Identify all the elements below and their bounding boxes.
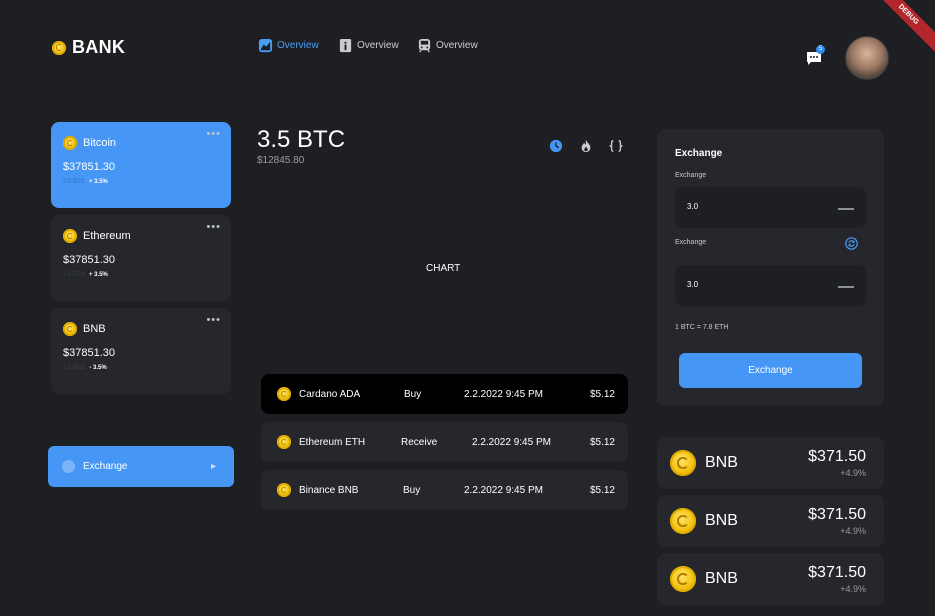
train-icon xyxy=(418,38,431,53)
exchange-from-input[interactable]: 3.0 xyxy=(675,187,866,228)
asset-card[interactable]: BNB $371.50 +4.9% xyxy=(657,437,884,489)
wallet-card-bitcoin[interactable]: Bitcoin ••• $37851.30 3.5 BTC + 3.5% xyxy=(51,122,231,208)
nav-overview-2[interactable]: Overview xyxy=(338,38,399,53)
coin-icon xyxy=(670,566,696,592)
wallet-amount: 3.5 ETH xyxy=(63,272,86,278)
wallet-title: BNB xyxy=(63,322,106,336)
fire-icon[interactable] xyxy=(579,139,593,153)
wallet-sub: 3.5 BNB - 3.5% xyxy=(63,365,107,371)
info-icon xyxy=(339,38,352,53)
asset-name: BNB xyxy=(705,512,738,529)
wallet-title: Bitcoin xyxy=(63,136,116,150)
wallet-sub: 3.5 ETH + 3.5% xyxy=(63,272,108,278)
more-icon[interactable]: ••• xyxy=(206,221,221,233)
tx-date: 2.2.2022 9:45 PM xyxy=(464,388,543,400)
nav-overview-3[interactable]: Overview xyxy=(417,38,478,53)
exchange-button[interactable]: Exchange xyxy=(679,353,862,388)
input-value: 3.0 xyxy=(687,280,699,289)
more-icon[interactable]: ••• xyxy=(206,314,221,326)
swap-icon[interactable] xyxy=(845,237,858,250)
brand: BANK xyxy=(52,37,125,58)
code-braces-icon[interactable] xyxy=(609,139,623,153)
transaction-row[interactable]: Binance BNB Buy 2.2.2022 9:45 PM $5.12 xyxy=(261,470,628,510)
sidebar-exchange-button[interactable]: Exchange ▸ xyxy=(48,446,234,487)
asset-name: BNB xyxy=(705,454,738,471)
chart-area-icon xyxy=(258,38,273,53)
tx-amount: $5.12 xyxy=(589,484,615,496)
tx-date: 2.2.2022 9:45 PM xyxy=(472,436,551,448)
wallet-card-bnb[interactable]: BNB ••• $37851.30 3.5 BNB - 3.5% xyxy=(51,308,231,394)
circle-icon xyxy=(62,460,75,473)
asset-change: +4.9% xyxy=(840,468,866,478)
asset-card[interactable]: BNB $371.50 +4.9% xyxy=(657,553,884,605)
asset-change: +4.9% xyxy=(840,526,866,536)
nav-label: Overview xyxy=(277,40,319,51)
wallet-price: $37851.30 xyxy=(63,161,115,173)
exchange-title: Exchange xyxy=(675,148,723,159)
wallet-price: $37851.30 xyxy=(63,347,115,359)
avatar[interactable] xyxy=(845,36,889,80)
coin-logo-icon xyxy=(52,40,66,55)
notification-badge: 5 xyxy=(816,45,825,54)
tx-name: Cardano ADA xyxy=(299,388,361,400)
wallet-title: Ethereum xyxy=(63,229,131,243)
exchange-to-label: Exchange xyxy=(675,239,707,246)
wallet-change: + 3.5% xyxy=(89,179,108,185)
sidebar-exchange-label: Exchange xyxy=(83,461,128,472)
asset-price: $371.50 xyxy=(808,564,866,581)
wallet-name: Bitcoin xyxy=(83,137,117,149)
transaction-row[interactable]: Cardano ADA Buy 2.2.2022 9:45 PM $5.12 xyxy=(261,374,628,414)
coin-icon xyxy=(277,483,291,497)
tx-date: 2.2.2022 9:45 PM xyxy=(464,484,543,496)
exchange-from-label: Exchange xyxy=(675,172,707,179)
coin-icon xyxy=(63,136,77,150)
wallet-sub: 3.5 BTC + 3.5% xyxy=(63,179,108,185)
brand-title: BANK xyxy=(72,37,126,57)
wallet-amount: 3.5 BTC xyxy=(63,179,86,185)
tx-type: Receive xyxy=(401,436,438,448)
transaction-row[interactable]: Ethereum ETH Receive 2.2.2022 9:45 PM $5… xyxy=(261,422,628,462)
wallet-amount: 3.5 BNB xyxy=(63,365,86,371)
tx-amount: $5.12 xyxy=(589,436,615,448)
coin-icon xyxy=(670,508,696,534)
tx-amount: $5.12 xyxy=(589,388,615,400)
coin-icon xyxy=(670,450,696,476)
dropdown-handle-icon[interactable] xyxy=(838,208,854,210)
tx-type: Buy xyxy=(403,484,421,496)
input-value: 3.0 xyxy=(687,202,699,211)
tx-type: Buy xyxy=(404,388,422,400)
balance-amount: 3.5 BTC xyxy=(257,126,346,153)
wallet-change: + 3.5% xyxy=(89,272,108,278)
coin-icon xyxy=(63,229,77,243)
wallet-change: - 3.5% xyxy=(89,365,107,371)
wallet-name: Ethereum xyxy=(83,230,131,242)
chevron-right-icon: ▸ xyxy=(210,461,216,472)
tx-name: Binance BNB xyxy=(299,484,359,496)
exchange-to-input[interactable]: 3.0 xyxy=(675,265,866,306)
dropdown-handle-icon[interactable] xyxy=(838,286,854,288)
asset-card[interactable]: BNB $371.50 +4.9% xyxy=(657,495,884,547)
chart-placeholder: CHART xyxy=(426,263,461,274)
nav-label: Overview xyxy=(436,40,478,51)
nav-overview-1[interactable]: Overview xyxy=(258,38,319,53)
more-icon[interactable]: ••• xyxy=(206,128,221,140)
tx-name: Ethereum ETH xyxy=(299,436,366,448)
clock-icon[interactable] xyxy=(549,139,563,153)
nav-label: Overview xyxy=(357,40,399,51)
asset-change: +4.9% xyxy=(840,584,866,594)
asset-price: $371.50 xyxy=(808,448,866,465)
wallet-card-ethereum[interactable]: Ethereum ••• $37851.30 3.5 ETH + 3.5% xyxy=(51,215,231,301)
wallet-name: BNB xyxy=(83,323,106,335)
coin-icon xyxy=(277,387,291,401)
asset-price: $371.50 xyxy=(808,506,866,523)
coin-icon xyxy=(277,435,291,449)
asset-name: BNB xyxy=(705,570,738,587)
coin-icon xyxy=(63,322,77,336)
exchange-rate: 1 BTC = 7.8 ETH xyxy=(675,324,729,331)
wallet-price: $37851.30 xyxy=(63,254,115,266)
balance-usd: $12845.80 xyxy=(257,155,305,166)
